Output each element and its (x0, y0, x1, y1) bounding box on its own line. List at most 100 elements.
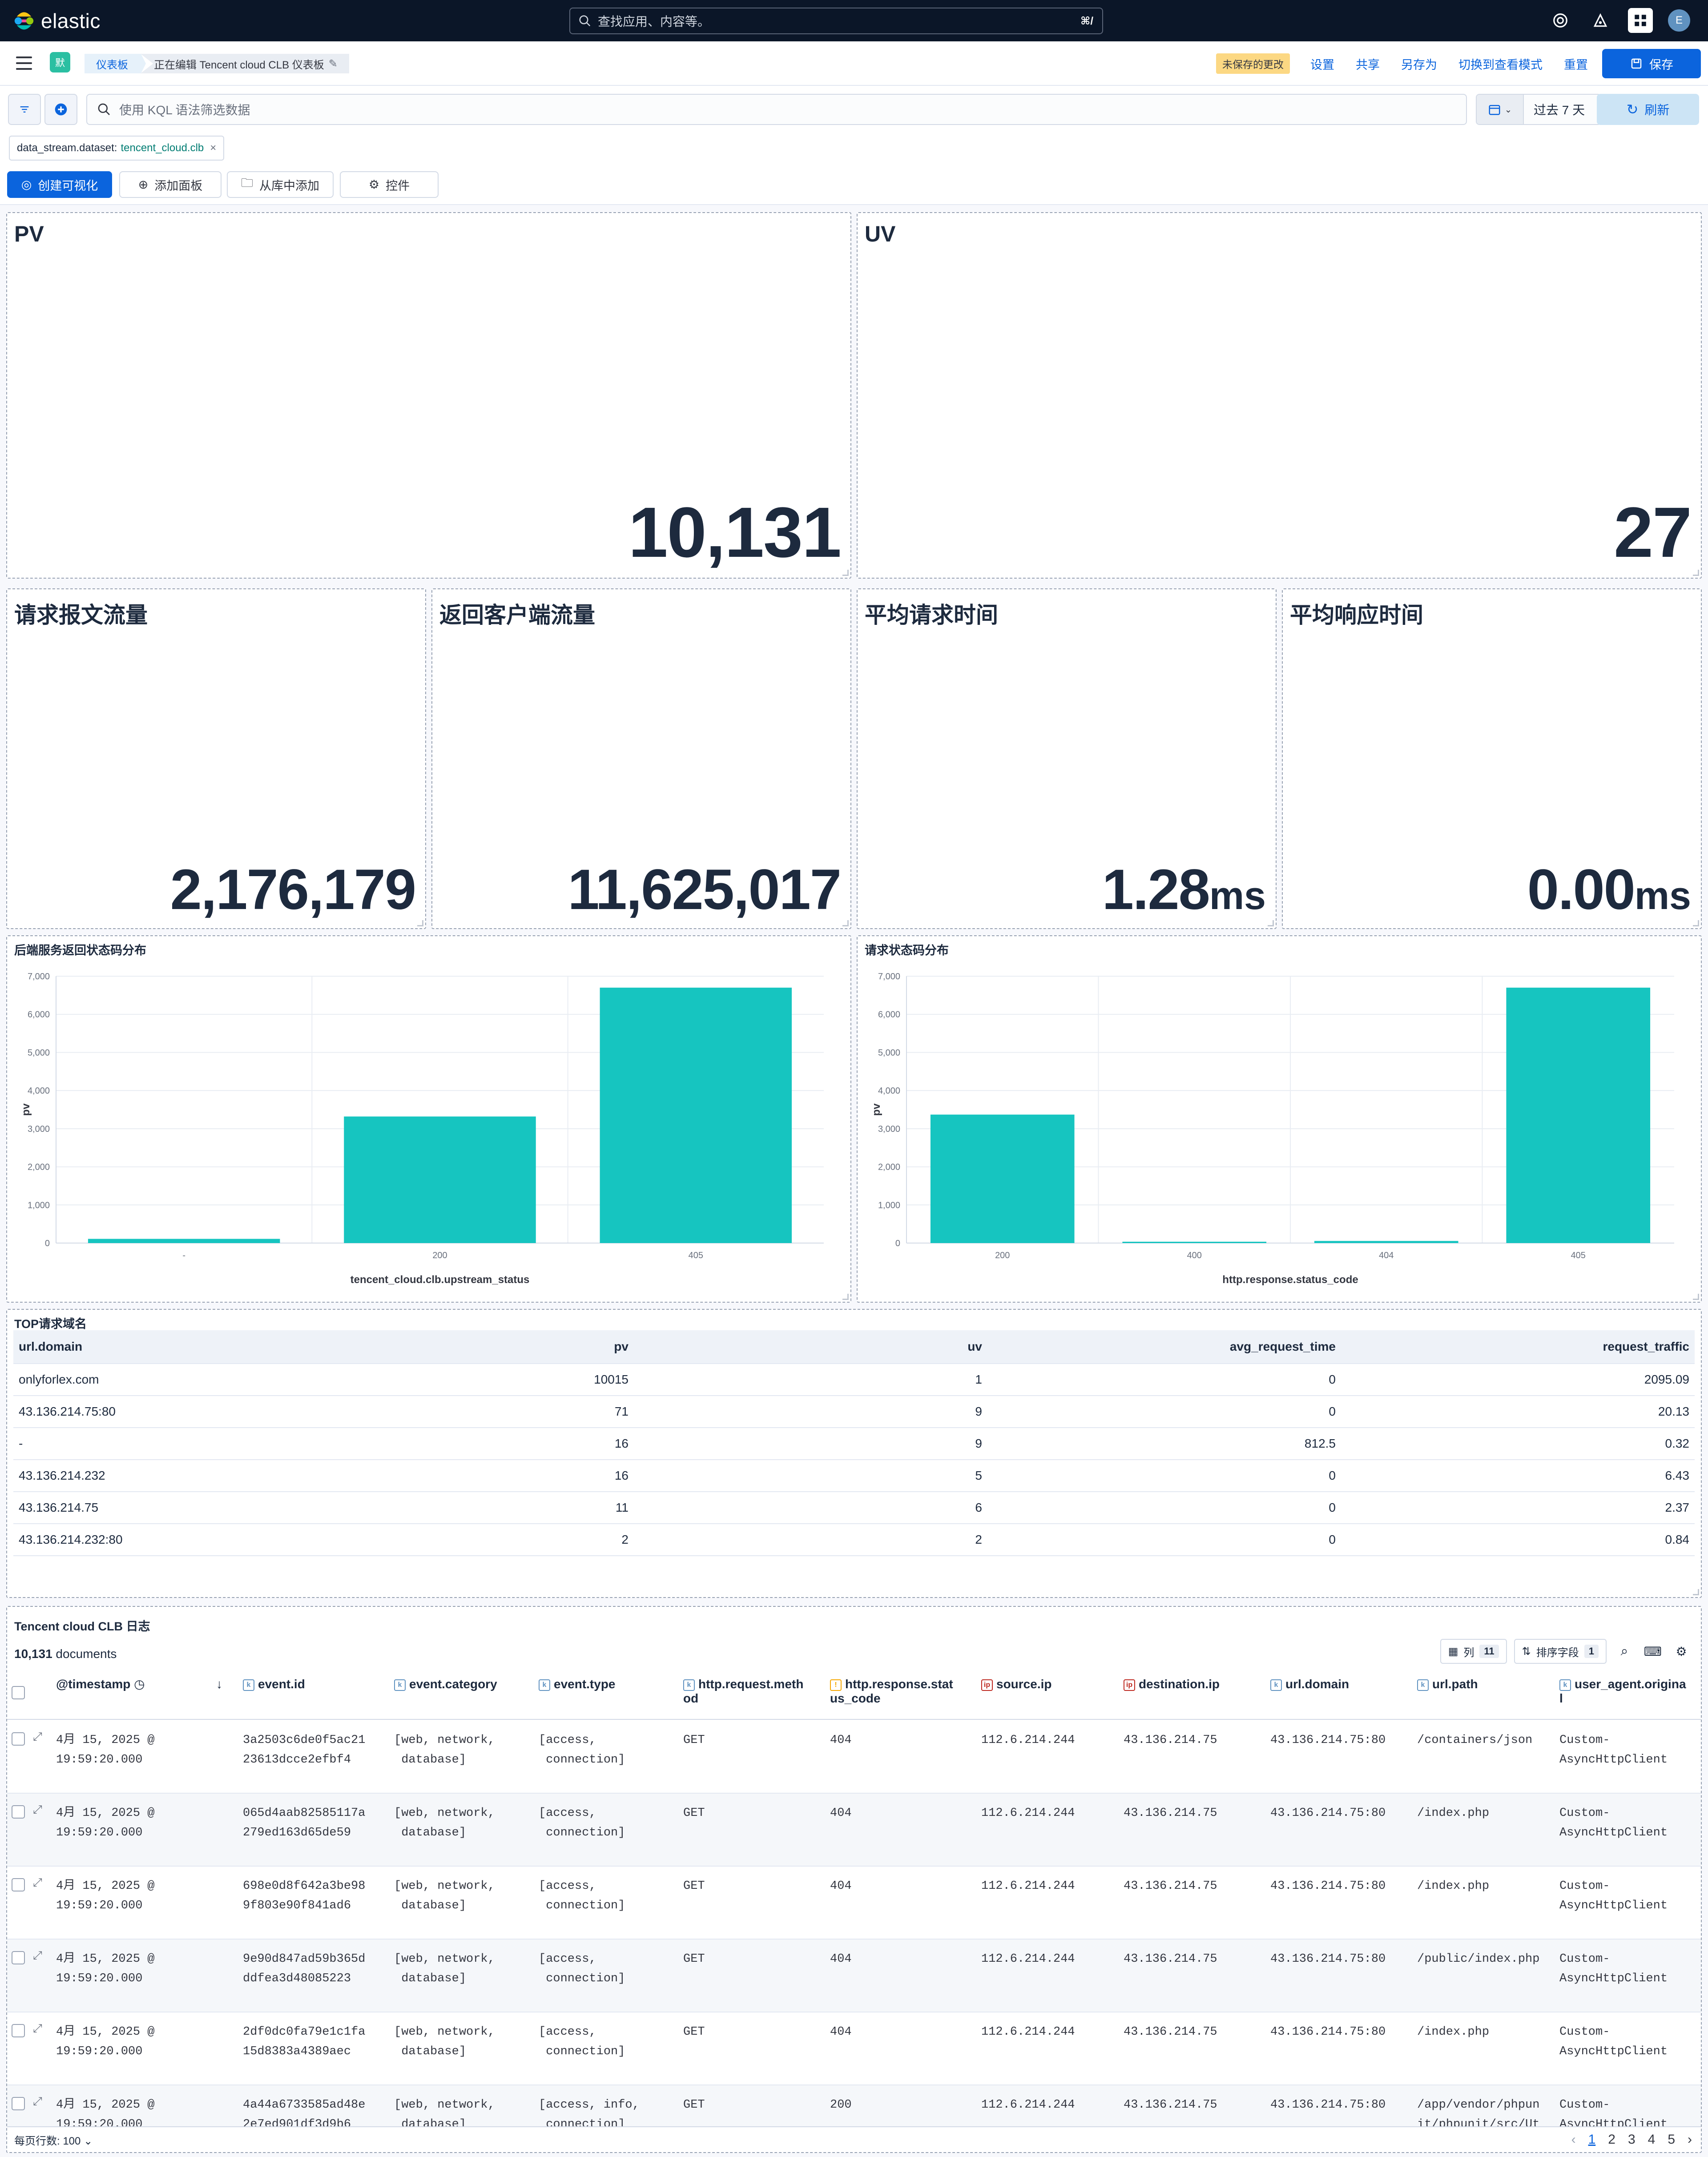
expand-row-icon[interactable]: ⤢ (33, 2022, 42, 2036)
date-picker[interactable]: ⌄ 过去 7 天 (1476, 94, 1601, 125)
column-header[interactable]: k url.domain (1270, 1673, 1411, 1691)
settings-link[interactable]: 设置 (1310, 55, 1334, 72)
page-number[interactable]: 3 (1628, 2132, 1635, 2147)
column-header[interactable]: k event.type (539, 1673, 677, 1691)
bar[interactable] (1314, 1241, 1458, 1243)
resize-handle[interactable] (1268, 920, 1274, 926)
bar[interactable] (600, 987, 792, 1243)
resize-handle[interactable] (417, 920, 423, 926)
bar[interactable] (344, 1116, 536, 1243)
bar[interactable] (88, 1239, 280, 1243)
page-number[interactable]: 1 (1588, 2132, 1596, 2147)
controls-button[interactable]: ⚙ 控件 (340, 171, 439, 198)
space-avatar[interactable]: 默 (50, 52, 70, 72)
add-from-library-button[interactable]: 🗀 从库中添加 (227, 171, 334, 198)
panel-top-domains[interactable]: TOP请求域名 url.domain pv uv avg_request_time re… (6, 1309, 1702, 1598)
kql-query-input[interactable]: 使用 KQL 语法筛选数据 (86, 94, 1467, 125)
elastic-logo[interactable]: elastic (12, 9, 101, 33)
column-header[interactable]: k http.request.meth od (683, 1673, 824, 1706)
resize-handle[interactable] (1693, 570, 1699, 576)
page-number[interactable]: 2 (1608, 2132, 1615, 2147)
global-search-input[interactable]: 查找应用、内容等。 ⌘/ (569, 8, 1103, 34)
news-feed-icon[interactable] (1588, 8, 1613, 33)
panel-clb-logs[interactable]: Tencent cloud CLB 日志 10,131 documents ▦ 列… (6, 1606, 1702, 2153)
select-all-checkbox[interactable] (12, 1686, 25, 1699)
column-header[interactable]: k event.id (243, 1673, 388, 1691)
add-filter-button[interactable] (44, 94, 77, 125)
breadcrumb-dashboards[interactable]: 仪表板 (85, 54, 146, 73)
columns-button[interactable]: ▦ 列 11 (1440, 1639, 1507, 1664)
save-as-link[interactable]: 另存为 (1401, 55, 1437, 72)
column-header[interactable]: k event.category (394, 1673, 532, 1691)
row-checkbox[interactable] (12, 2024, 25, 2037)
column-header[interactable]: pv (280, 1340, 634, 1354)
create-visualization-button[interactable]: ◎ 创建可视化 (7, 171, 112, 198)
expand-row-icon[interactable]: ⤢ (33, 1949, 42, 1963)
sort-fields-button[interactable]: ⇅ 排序字段 1 (1514, 1639, 1607, 1664)
panel-avg-response-time[interactable]: 平均响应时间 0.00ms (1282, 588, 1702, 929)
row-checkbox[interactable] (12, 1732, 25, 1746)
expand-row-icon[interactable]: ⤢ (33, 1876, 42, 1890)
close-icon[interactable]: × (210, 142, 216, 154)
filter-pill-dataset[interactable]: data_stream.dataset: tencent_cloud.clb × (9, 136, 225, 161)
menu-toggle-icon[interactable] (16, 56, 32, 70)
prev-page-icon[interactable]: ‹ (1571, 2132, 1576, 2147)
expand-row-icon[interactable]: ⤢ (33, 1803, 42, 1817)
bar[interactable] (1122, 1242, 1267, 1243)
column-header[interactable]: ip destination.ip (1124, 1673, 1264, 1691)
calendar-icon[interactable]: ⌄ (1477, 95, 1524, 124)
panel-uv[interactable]: UV 27 (857, 212, 1702, 579)
expand-row-icon[interactable]: ⤢ (33, 2095, 42, 2109)
row-checkbox[interactable] (12, 1805, 25, 1819)
resize-handle[interactable] (842, 570, 849, 576)
resize-handle[interactable] (842, 1294, 849, 1300)
refresh-button[interactable]: ↻ 刷新 (1597, 94, 1699, 125)
bar[interactable] (1506, 987, 1651, 1243)
search-icon[interactable]: ⌕ (1614, 1644, 1635, 1659)
panel-avg-request-time[interactable]: 平均请求时间 1.28ms (857, 588, 1277, 929)
column-header[interactable]: request_traffic (1341, 1340, 1695, 1354)
panel-pv[interactable]: PV 10,131 (6, 212, 851, 579)
page-number[interactable]: 4 (1648, 2132, 1656, 2147)
table-row[interactable]: ⤢ 4月 15, 2025 @ 19:59:20.000 698e0d8f642a3… (7, 1867, 1701, 1940)
switch-to-view-link[interactable]: 切换到查看模式 (1458, 55, 1543, 72)
row-checkbox[interactable] (12, 1878, 25, 1891)
column-header[interactable]: ip source.ip (981, 1673, 1117, 1691)
help-icon[interactable] (1548, 8, 1573, 33)
bar[interactable] (930, 1115, 1075, 1243)
rows-per-page-select[interactable]: 每页行数: 100 ⌄ (14, 2132, 93, 2148)
column-header[interactable]: uv (634, 1340, 987, 1354)
display-settings-icon[interactable]: ⚙ (1671, 1644, 1692, 1659)
table-row[interactable]: ⤢ 4月 15, 2025 @ 19:59:20.000 3a2503c6de0f5… (7, 1721, 1701, 1794)
row-checkbox[interactable] (12, 2097, 25, 2110)
column-header[interactable]: k user_agent.origina l (1559, 1673, 1693, 1706)
share-link[interactable]: 共享 (1356, 55, 1380, 72)
panel-upstream-status-chart[interactable]: 后端服务返回状态码分布 0 1,000 2,000 3,000 4,000 5,000 6,… (6, 935, 851, 1303)
sort-arrow-icon[interactable]: ↓ (216, 1677, 222, 1691)
panel-response-traffic[interactable]: 返回客户端流量 11,625,017 (431, 588, 851, 929)
panel-response-status-chart[interactable]: 请求状态码分布 0 1,000 2,000 3,000 4,000 5,000 6,000 7… (857, 935, 1702, 1303)
next-page-icon[interactable]: › (1688, 2132, 1692, 2147)
row-checkbox[interactable] (12, 1951, 25, 1964)
page-number[interactable]: 5 (1668, 2132, 1675, 2147)
table-row[interactable]: ⤢ 4月 15, 2025 @ 19:59:20.000 2df0dc0fa79e1… (7, 2012, 1701, 2085)
ai-assistant-icon[interactable] (1628, 8, 1653, 33)
user-avatar[interactable]: E (1668, 9, 1690, 32)
column-header[interactable]: k url.path (1417, 1673, 1553, 1691)
column-header[interactable]: @timestamp ◷ ↓ (56, 1673, 237, 1691)
pencil-icon[interactable]: ✎ (329, 57, 338, 70)
table-row[interactable]: ⤢ 4月 15, 2025 @ 19:59:20.000 065d4aab82585… (7, 1794, 1701, 1867)
resize-handle[interactable] (842, 920, 849, 926)
panel-request-traffic[interactable]: 请求报文流量 2,176,179 (6, 588, 426, 929)
column-header[interactable]: ! http.response.stat us_code (830, 1673, 975, 1706)
filter-menu-button[interactable] (8, 94, 41, 125)
keyboard-icon[interactable]: ⌨ (1642, 1644, 1664, 1659)
reset-link[interactable]: 重置 (1564, 55, 1588, 72)
add-panel-button[interactable]: ⊕ 添加面板 (119, 171, 222, 198)
column-header[interactable]: avg_request_time (987, 1340, 1341, 1354)
save-button[interactable]: 保存 (1602, 49, 1701, 78)
resize-handle[interactable] (1693, 920, 1699, 926)
resize-handle[interactable] (1693, 1589, 1699, 1595)
column-header[interactable]: url.domain (13, 1340, 280, 1354)
table-row[interactable]: ⤢ 4月 15, 2025 @ 19:59:20.000 9e90d847ad59b… (7, 1940, 1701, 2012)
